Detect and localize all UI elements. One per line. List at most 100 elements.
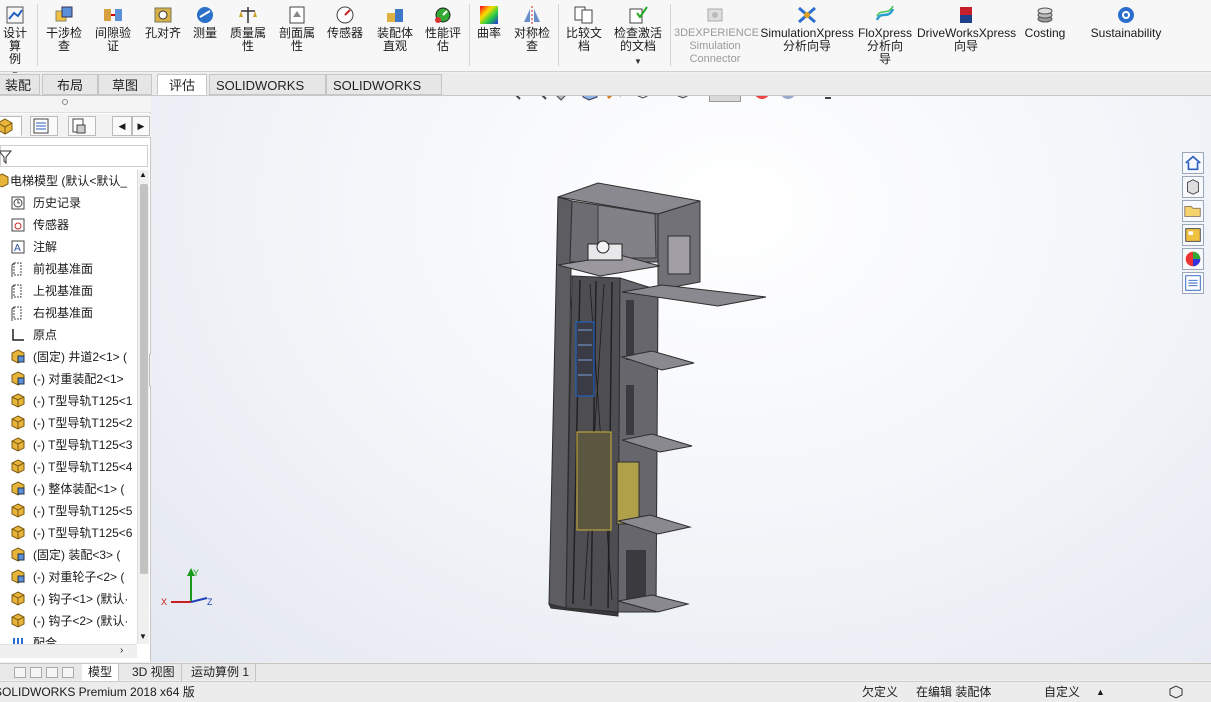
view-orientation-icon[interactable] (631, 96, 653, 102)
last-tab-arrow-icon[interactable] (62, 667, 74, 678)
tree-item[interactable]: 上视基准面 (0, 280, 137, 302)
elevator-model-3d[interactable] (151, 96, 1211, 662)
tree-item[interactable]: A 注解 (0, 236, 137, 258)
previous-tab-arrow-icon[interactable] (30, 667, 42, 678)
tree-item[interactable]: 传感器 (0, 214, 137, 236)
tree-item[interactable]: (-) T型导轨T125<1 (0, 390, 137, 412)
tab-model[interactable]: 模型 (82, 664, 120, 681)
tab-solidworks-mbd[interactable]: SOLIDWORKS MBD (326, 74, 442, 114)
previous-view-icon[interactable] (553, 96, 575, 102)
curvature-button[interactable]: 曲率 (473, 2, 505, 68)
chevron-up-icon[interactable]: ▲ (1096, 682, 1105, 702)
hide-show-items-icon[interactable]: ▼ (709, 96, 741, 102)
tree-item[interactable]: 前视基准面 (0, 258, 137, 280)
appearances-tab[interactable] (1182, 248, 1204, 270)
minimize-icon[interactable]: – (1127, 96, 1143, 98)
mass-properties-button[interactable]: 质量属 性 (225, 2, 271, 68)
tree-item-label: 传感器 (33, 218, 70, 232)
tile-left-icon[interactable]: ◧ (1075, 96, 1091, 98)
tree-item[interactable]: 配合 (0, 632, 137, 644)
file-explorer-tab[interactable] (1182, 200, 1204, 222)
edit-appearance-icon[interactable] (751, 96, 773, 102)
zoom-to-area-icon[interactable] (527, 96, 549, 102)
view-palette-tab[interactable] (1182, 224, 1204, 246)
3dexperience-simulation-connector-button[interactable]: 3DEXPERIENCE Simulation Connector (674, 2, 759, 68)
assemblyxpert-button[interactable]: 装配体 直观 (372, 2, 418, 68)
tree-item[interactable]: (-) T型导轨T125<3 (0, 434, 137, 456)
plane-icon (11, 262, 22, 277)
tab-scroll-right-button[interactable]: ▶ (132, 116, 150, 136)
close-icon[interactable]: ✕ (1179, 96, 1195, 98)
hole-alignment-button[interactable]: 孔对齐 (140, 2, 186, 68)
restore-icon[interactable]: ❐ (1151, 96, 1167, 98)
floxpress-button[interactable]: FloXpress 分析向 导 (857, 2, 913, 68)
custom-properties-tab[interactable] (1182, 272, 1204, 294)
tree-item[interactable]: 右视基准面 (0, 302, 137, 324)
tree-item[interactable]: (-) T型导轨T125<2 (0, 412, 137, 434)
display-style-icon[interactable] (671, 96, 693, 102)
apply-scene-icon[interactable] (777, 96, 799, 102)
tab-layout[interactable]: 布局 (42, 74, 98, 95)
first-tab-arrow-icon[interactable] (14, 667, 26, 678)
dynamic-annotation-icon[interactable] (605, 96, 627, 102)
tree-item[interactable]: 历史记录 (0, 192, 137, 214)
graphics-area[interactable]: ▼ ▼ ▼ ▼ ▼ ◧ ◨ – ❐ ✕ Y X Z (151, 96, 1211, 662)
tree-root-assembly[interactable]: 电梯模型 (默认<默认_ (0, 170, 137, 192)
costing-button[interactable]: Costing (1018, 2, 1072, 68)
featuremanager-tab[interactable] (0, 116, 22, 136)
chevron-down-icon[interactable]: ▼ (609, 55, 667, 68)
tooltip-quick-tips-icon[interactable] (1168, 685, 1184, 699)
scroll-up-arrow-icon[interactable]: ▲ (139, 170, 147, 179)
tab-scroll-left-button[interactable]: ◀ (112, 116, 132, 136)
tree-item[interactable]: (-) 对重轮子<2> ( (0, 566, 137, 588)
tree-item[interactable]: (-) T型导轨T125<4 (0, 456, 137, 478)
check-active-document-button[interactable]: 检查激活 的文档 ▼ (609, 2, 667, 68)
scroll-thumb[interactable] (140, 184, 148, 574)
clearance-verification-button[interactable]: 间隙验 证 (90, 2, 136, 68)
performance-evaluation-button[interactable]: 性能评 估 (420, 2, 466, 68)
propertymanager-tab[interactable] (30, 116, 58, 136)
tab-sketch[interactable]: 草图 (98, 74, 152, 95)
configurationmanager-tab[interactable] (68, 116, 96, 136)
tree-vertical-scrollbar[interactable]: ▲ ▼ (137, 170, 149, 644)
view-settings-icon[interactable] (817, 96, 839, 102)
unit-system-selector[interactable]: 自定义 (1044, 682, 1080, 702)
section-properties-button[interactable]: 剖面属 性 (274, 2, 320, 68)
tree-item[interactable]: (-) T型导轨T125<6 (0, 522, 137, 544)
tab-3d-view[interactable]: 3D 视图 (126, 664, 182, 681)
z-axis-line (190, 597, 208, 603)
scroll-down-arrow-icon[interactable]: ▼ (139, 632, 147, 641)
tab-solidworks-addins[interactable]: SOLIDWORKS 插件 (209, 74, 326, 114)
sensor-button[interactable]: 传感器 (322, 2, 368, 68)
tree-item[interactable]: (-) 钩子<2> (默认· (0, 610, 137, 632)
design-library-tab[interactable] (1182, 176, 1204, 198)
symmetry-check-button[interactable]: 对称检 查 (509, 2, 555, 68)
zoom-to-fit-icon[interactable] (501, 96, 523, 102)
tree-horizontal-scrollbar[interactable]: › (0, 644, 137, 658)
scroll-right-arrow-icon[interactable]: › (120, 645, 123, 656)
simulationxpress-button[interactable]: SimulationXpress 分析向导 (760, 2, 854, 68)
tree-item[interactable]: (固定) 井道2<1> ( (0, 346, 137, 368)
compare-documents-button[interactable]: 比较文 档 (561, 2, 607, 68)
check-active-document-icon (629, 6, 648, 24)
tree-item[interactable]: (固定) 装配<3> ( (0, 544, 137, 566)
panel-collapse-handle[interactable] (0, 96, 151, 113)
section-view-icon[interactable] (579, 96, 601, 102)
tab-evaluate[interactable]: 评估 (157, 74, 207, 95)
measure-button[interactable]: 测量 (188, 2, 222, 68)
tree-item[interactable]: (-) T型导轨T125<5 (0, 500, 137, 522)
feature-tree-filter[interactable] (0, 145, 148, 167)
tab-assembly[interactable]: 装配体 (0, 74, 40, 114)
next-tab-arrow-icon[interactable] (46, 667, 58, 678)
tree-item[interactable]: (-) 整体装配<1> ( (0, 478, 137, 500)
driveworksxpress-button[interactable]: DriveWorksXpress 向导 (917, 2, 1016, 68)
tab-motion-study-1[interactable]: 运动算例 1 (185, 664, 257, 681)
interference-check-button[interactable]: 干涉检 查 (42, 2, 86, 68)
tree-item[interactable]: (-) 对重装配2<1> (0, 368, 137, 390)
solidworks-resources-tab[interactable] (1182, 152, 1204, 174)
tree-item[interactable]: 原点 (0, 324, 137, 346)
tile-right-icon[interactable]: ◨ (1101, 96, 1117, 98)
sustainability-button[interactable]: Sustainability (1084, 2, 1168, 68)
design-study-button[interactable]: 设计算 例 ▼ (0, 2, 30, 79)
tree-item[interactable]: (-) 钩子<1> (默认· (0, 588, 137, 610)
